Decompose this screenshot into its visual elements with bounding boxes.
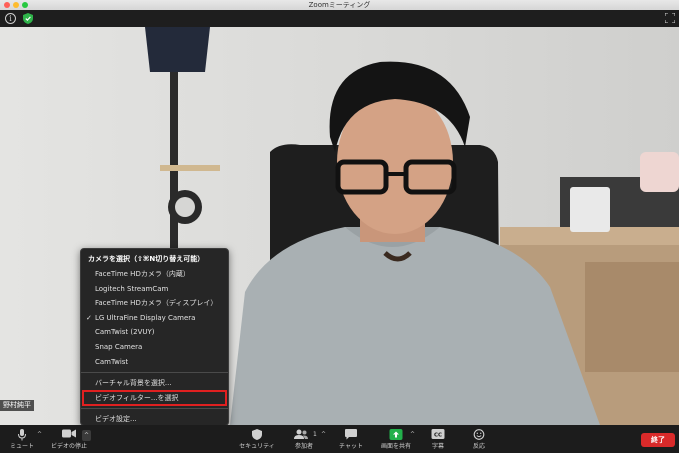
participants-options-caret-icon[interactable]: ^ — [321, 431, 326, 438]
participants-count: 1 — [313, 431, 317, 438]
camera-menu-header: カメラを選択（⇧⌘N切り替え可能） — [88, 255, 205, 263]
menu-divider — [81, 408, 228, 410]
camera-option-logitech-streamcam[interactable]: Logitech StreamCam — [81, 282, 228, 297]
reaction-emoji-icon — [473, 429, 485, 440]
window-titlebar: Zoomミーティング — [0, 0, 679, 10]
camera-option-camtwist[interactable]: CamTwist — [81, 355, 228, 370]
fullscreen-icon[interactable] — [665, 13, 675, 23]
mute-label: ミュート — [9, 443, 34, 450]
camera-option-label: FaceTime HDカメラ（ディスプレイ） — [95, 299, 218, 308]
end-meeting-button[interactable]: 終了 — [641, 433, 675, 447]
camera-option-label: Logitech StreamCam — [95, 284, 169, 293]
camera-select-menu: カメラを選択（⇧⌘N切り替え可能） FaceTime HDカメラ（内蔵） Log… — [80, 248, 229, 426]
captions-label: 字幕 — [431, 443, 444, 450]
meeting-top-bar: i — [0, 10, 679, 27]
menu-divider — [81, 372, 228, 374]
participants-label: 参加者 — [294, 443, 313, 450]
virtual-background-option[interactable]: バーチャル背景を選択... — [81, 376, 228, 391]
chat-label: チャット — [339, 443, 363, 450]
camera-option-label: CamTwist (2VUY) — [95, 328, 155, 337]
share-screen-icon — [389, 429, 403, 440]
participant-name-tag: 野村純平 — [0, 400, 34, 411]
participants-icon — [294, 429, 308, 439]
chat-bubble-icon — [345, 429, 357, 440]
share-screen-button[interactable]: 画面を共有 — [378, 425, 414, 453]
camera-option-snap-camera[interactable]: Snap Camera — [81, 340, 228, 355]
meeting-toolbar: ミュート ^ ビデオの停止 ^ セキュリティ 参加者 1 ^ チャット 画面を共… — [0, 425, 679, 453]
camera-option-lg-ultrafine[interactable]: ✓ LG UltraFine Display Camera — [81, 311, 228, 326]
camera-option-label: Snap Camera — [95, 342, 143, 351]
camera-option-facetime-builtin[interactable]: FaceTime HDカメラ（内蔵） — [81, 267, 228, 282]
security-label: セキュリティ — [239, 443, 275, 450]
camera-option-camtwist-2vuy[interactable]: CamTwist (2VUY) — [81, 325, 228, 340]
security-button[interactable]: セキュリティ — [238, 425, 276, 453]
window-title: Zoomミーティング — [308, 1, 371, 9]
camera-option-label: FaceTime HDカメラ（内蔵） — [95, 270, 190, 278]
camera-option-label: CamTwist — [95, 357, 129, 366]
audio-options-caret-icon[interactable]: ^ — [37, 431, 42, 438]
video-options-caret-icon[interactable]: ^ — [82, 430, 91, 441]
chat-button[interactable]: チャット — [335, 425, 367, 453]
video-filter-option[interactable]: ビデオフィルター...を選択 — [82, 389, 227, 407]
reactions-button[interactable]: 反応 — [465, 425, 493, 453]
microphone-icon — [18, 429, 26, 441]
captions-icon-text: CC — [434, 432, 442, 438]
participants-button[interactable]: 参加者 — [288, 425, 320, 453]
camera-option-facetime-display[interactable]: FaceTime HDカメラ（ディスプレイ） — [81, 296, 228, 311]
captions-button[interactable]: CC 字幕 — [424, 425, 452, 453]
reactions-label: 反応 — [472, 443, 485, 450]
video-camera-icon — [62, 429, 76, 438]
mute-button[interactable]: ミュート — [6, 425, 38, 453]
stop-video-label: ビデオの停止 — [50, 443, 87, 450]
security-shield-icon — [252, 429, 262, 440]
camera-option-label: LG UltraFine Display Camera — [95, 313, 196, 322]
share-options-caret-icon[interactable]: ^ — [410, 431, 415, 438]
selected-check-icon: ✓ — [86, 313, 92, 322]
encryption-shield-icon[interactable] — [23, 13, 33, 24]
captions-icon: CC — [431, 429, 445, 439]
share-screen-label: 画面を共有 — [380, 443, 411, 450]
meeting-info-icon[interactable]: i — [5, 13, 16, 24]
